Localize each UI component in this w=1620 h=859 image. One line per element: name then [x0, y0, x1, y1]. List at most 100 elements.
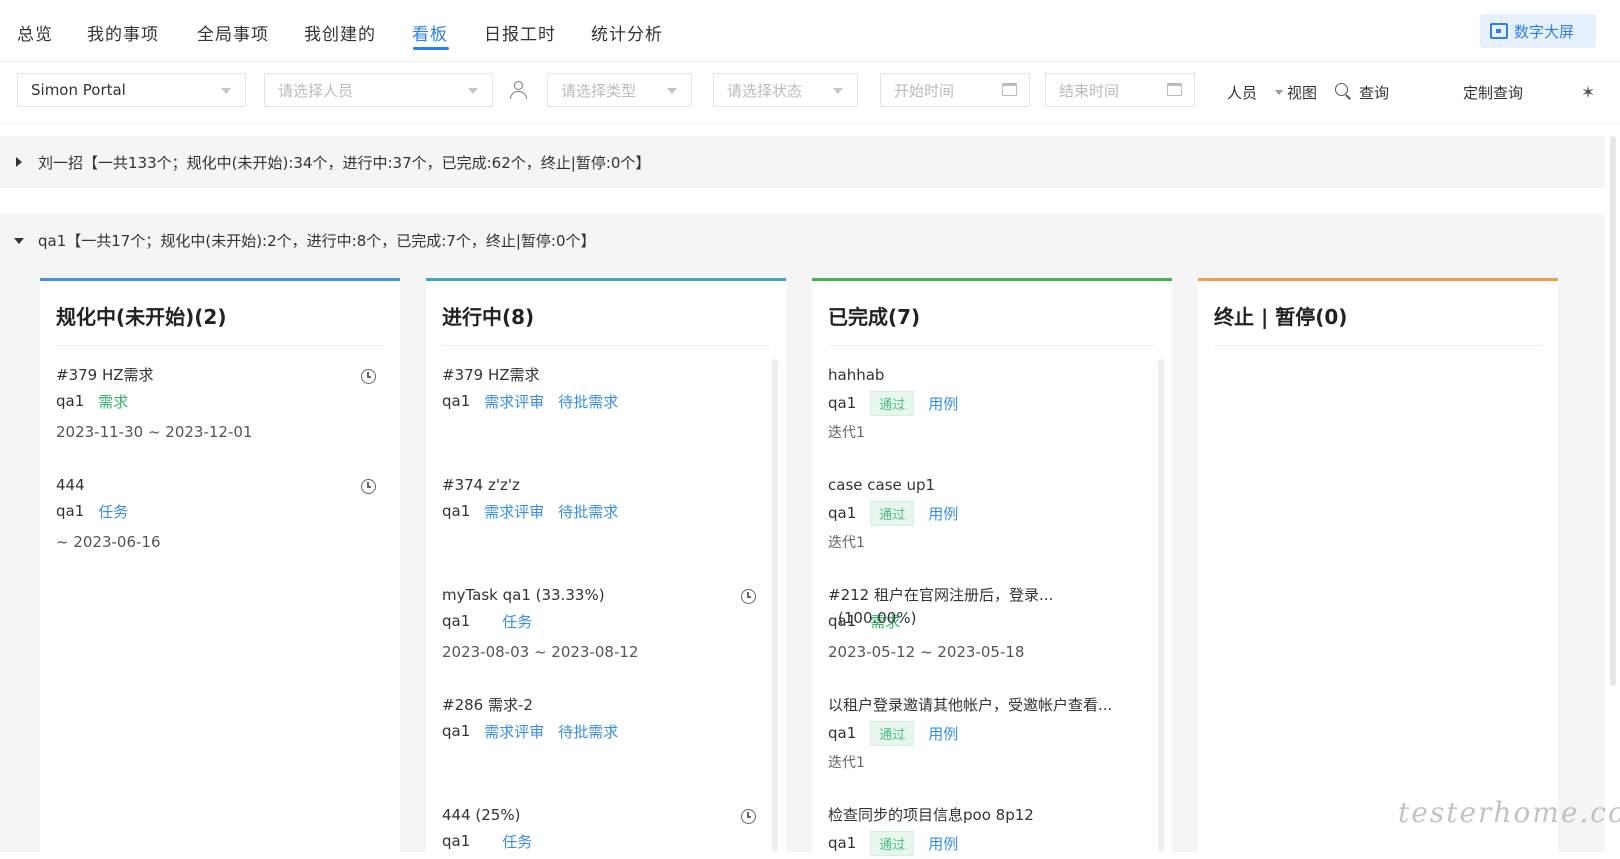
dashboard-icon — [1490, 23, 1508, 39]
card-tag[interactable]: 用例 — [928, 393, 958, 414]
card-title: #286 需求-2 — [442, 696, 533, 714]
group-row-expanded[interactable]: qa1【一共17个；规化中(未开始):2个，进行中:8个，已完成:7个，终止|暂… — [0, 214, 1605, 266]
card-title: 444 (25%) — [442, 806, 521, 824]
kanban-card[interactable]: #374 z'z'z qa1 需求评审 待批需求 — [442, 473, 756, 525]
pin-icon[interactable]: ✶ — [1581, 83, 1595, 103]
view-button[interactable]: 视图 — [1287, 82, 1317, 103]
custom-query-button[interactable]: 定制查询 — [1463, 82, 1523, 103]
group-by-person[interactable]: 人员 — [1227, 82, 1257, 103]
tab-created-by-me[interactable]: 我创建的 — [304, 20, 376, 45]
calendar-icon — [1002, 83, 1017, 96]
card-owner: qa1 — [442, 612, 471, 630]
card-owner: qa1 — [442, 832, 471, 850]
chevron-down-icon — [667, 88, 677, 94]
card-tag[interactable]: 用例 — [928, 723, 958, 744]
column-divider — [442, 345, 770, 346]
tab-my-items[interactable]: 我的事项 — [87, 20, 159, 45]
card-tag[interactable]: 待批需求 — [558, 721, 618, 742]
status-badge: 通过 — [870, 500, 915, 526]
card-iteration: 迭代1 — [828, 755, 865, 771]
chevron-down-icon — [221, 88, 231, 94]
clock-icon — [741, 809, 756, 824]
kanban-card[interactable]: 444 (25%) qa1 任务 — [442, 803, 756, 855]
kanban-card[interactable]: 检查同步的项目信息poo 8p12 qa1 通过 用例 — [828, 803, 1142, 859]
dashboard-button[interactable]: 数字大屏 — [1480, 14, 1596, 48]
caret-right-icon[interactable] — [16, 157, 22, 167]
column-title: 规化中(未开始)(2) — [56, 305, 227, 329]
card-title: hahhab — [828, 366, 885, 384]
caret-down-icon[interactable] — [14, 238, 24, 244]
status-select[interactable]: 请选择状态 — [713, 73, 858, 107]
card-iteration: 迭代1 — [828, 535, 865, 551]
tab-daily-hours[interactable]: 日报工时 — [484, 20, 556, 45]
start-date-input[interactable]: 开始时间 — [880, 73, 1030, 107]
end-date-input[interactable]: 结束时间 — [1045, 73, 1195, 107]
card-tag[interactable]: 任务 — [502, 611, 532, 632]
kanban-card[interactable]: hahhab qa1 通过 用例 迭代1 — [828, 363, 1142, 447]
column-title: 已完成(7) — [828, 305, 921, 329]
filter-bar: Simon Portal 请选择人员 请选择类型 请选择状态 开始时间 结束时间… — [0, 62, 1620, 124]
card-title: 检查同步的项目信息poo 8p12 — [828, 806, 1034, 824]
card-tag[interactable]: 待批需求 — [558, 501, 618, 522]
card-title: #379 HZ需求 — [442, 366, 540, 384]
card-date: 2023-05-12 ~ 2023-05-18 — [828, 643, 1025, 661]
tab-global-items[interactable]: 全局事项 — [197, 20, 269, 45]
top-nav: 总览 我的事项 全局事项 我创建的 看板 日报工时 统计分析 数字大屏 — [0, 0, 1620, 62]
card-tag[interactable]: 待批需求 — [558, 391, 618, 412]
kanban-column-planning: 规化中(未开始)(2) #379 HZ需求 qa1 需求 2023-11-30 ~… — [40, 278, 400, 852]
status-badge: 通过 — [870, 720, 915, 746]
column-scrollbar[interactable] — [1158, 359, 1164, 852]
search-icon — [1335, 83, 1351, 100]
card-tag[interactable]: 需求评审 — [484, 721, 544, 742]
tab-overview[interactable]: 总览 — [17, 20, 53, 45]
group-row-collapsed[interactable]: 刘一招【一共133个；规化中(未开始):34个，进行中:37个，已完成:62个，… — [0, 136, 1605, 188]
kanban-column-completed: 已完成(7) hahhab qa1 通过 用例 迭代1 case case up1 … — [812, 278, 1172, 856]
card-owner: qa1 — [828, 834, 857, 852]
card-owner: qa1 — [442, 502, 471, 520]
status-badge: 通过 — [870, 390, 915, 416]
query-button[interactable]: 查询 — [1359, 82, 1389, 103]
group-label: qa1【一共17个；规化中(未开始):2个，进行中:8个，已完成:7个，终止|暂… — [38, 232, 596, 250]
kanban-card[interactable]: 以租户登录邀请其他帐户，受邀帐户查看... qa1 通过 用例 迭代1 — [828, 693, 1142, 777]
kanban-card[interactable]: myTask qa1 (33.33%) qa1 任务 2023-08-03 ~ 2… — [442, 583, 756, 669]
kanban-card[interactable]: case case up1 qa1 通过 用例 迭代1 — [828, 473, 1142, 557]
card-tag[interactable]: 用例 — [928, 503, 958, 524]
kanban-card[interactable]: #286 需求-2 qa1 需求评审 待批需求 — [442, 693, 756, 745]
card-title: #379 HZ需求 — [56, 366, 154, 384]
tab-kanban[interactable]: 看板 — [412, 20, 448, 45]
card-date: 2023-11-30 ~ 2023-12-01 — [56, 423, 253, 441]
card-owner: qa1 — [828, 504, 857, 522]
kanban-card[interactable]: 444 qa1 任务 ~ 2023-06-16 — [56, 473, 376, 559]
card-tag[interactable]: 任务 — [502, 831, 532, 852]
start-date-placeholder: 开始时间 — [894, 81, 955, 100]
card-owner: qa1 — [56, 502, 85, 520]
person-select[interactable]: 请选择人员 — [264, 73, 493, 107]
card-tag[interactable]: 需求 — [98, 391, 128, 412]
card-date: 2023-08-03 ~ 2023-08-12 — [442, 643, 639, 661]
tab-statistics[interactable]: 统计分析 — [591, 20, 663, 45]
watermark: testerhome.com — [1398, 796, 1620, 829]
end-date-placeholder: 结束时间 — [1059, 81, 1120, 100]
type-select[interactable]: 请选择类型 — [547, 73, 692, 107]
card-tag[interactable]: 任务 — [98, 501, 128, 522]
card-tag[interactable]: 需求评审 — [484, 501, 544, 522]
kanban-column-stopped: 终止 | 暂停(0) — [1198, 278, 1558, 852]
kanban-card[interactable]: #379 HZ需求 qa1 需求 2023-11-30 ~ 2023-12-01 — [56, 363, 376, 449]
kanban-card[interactable]: #379 HZ需求 qa1 需求评审 待批需求 — [442, 363, 756, 415]
card-title: myTask qa1 (33.33%) — [442, 586, 605, 604]
card-owner: qa1 — [442, 392, 471, 410]
card-tag[interactable]: 用例 — [928, 833, 958, 854]
column-divider — [828, 345, 1156, 346]
column-scrollbar[interactable] — [772, 359, 778, 852]
card-owner: qa1 — [56, 392, 85, 410]
kanban-column-in-progress: 进行中(8) #379 HZ需求 qa1 需求评审 待批需求 #374 z'z'z … — [426, 278, 786, 852]
card-owner: qa1 — [442, 722, 471, 740]
kanban-card[interactable]: #212 租户在官网注册后，登录... qa1 需求 (100.00%) 2023… — [828, 583, 1142, 669]
project-select[interactable]: Simon Portal — [17, 73, 246, 107]
user-icon[interactable] — [509, 81, 529, 101]
page-scrollbar[interactable] — [1610, 136, 1616, 686]
card-tag[interactable]: 需求评审 — [484, 391, 544, 412]
column-divider — [56, 345, 384, 346]
chevron-down-icon — [468, 88, 478, 94]
dashboard-button-label: 数字大屏 — [1514, 22, 1575, 41]
